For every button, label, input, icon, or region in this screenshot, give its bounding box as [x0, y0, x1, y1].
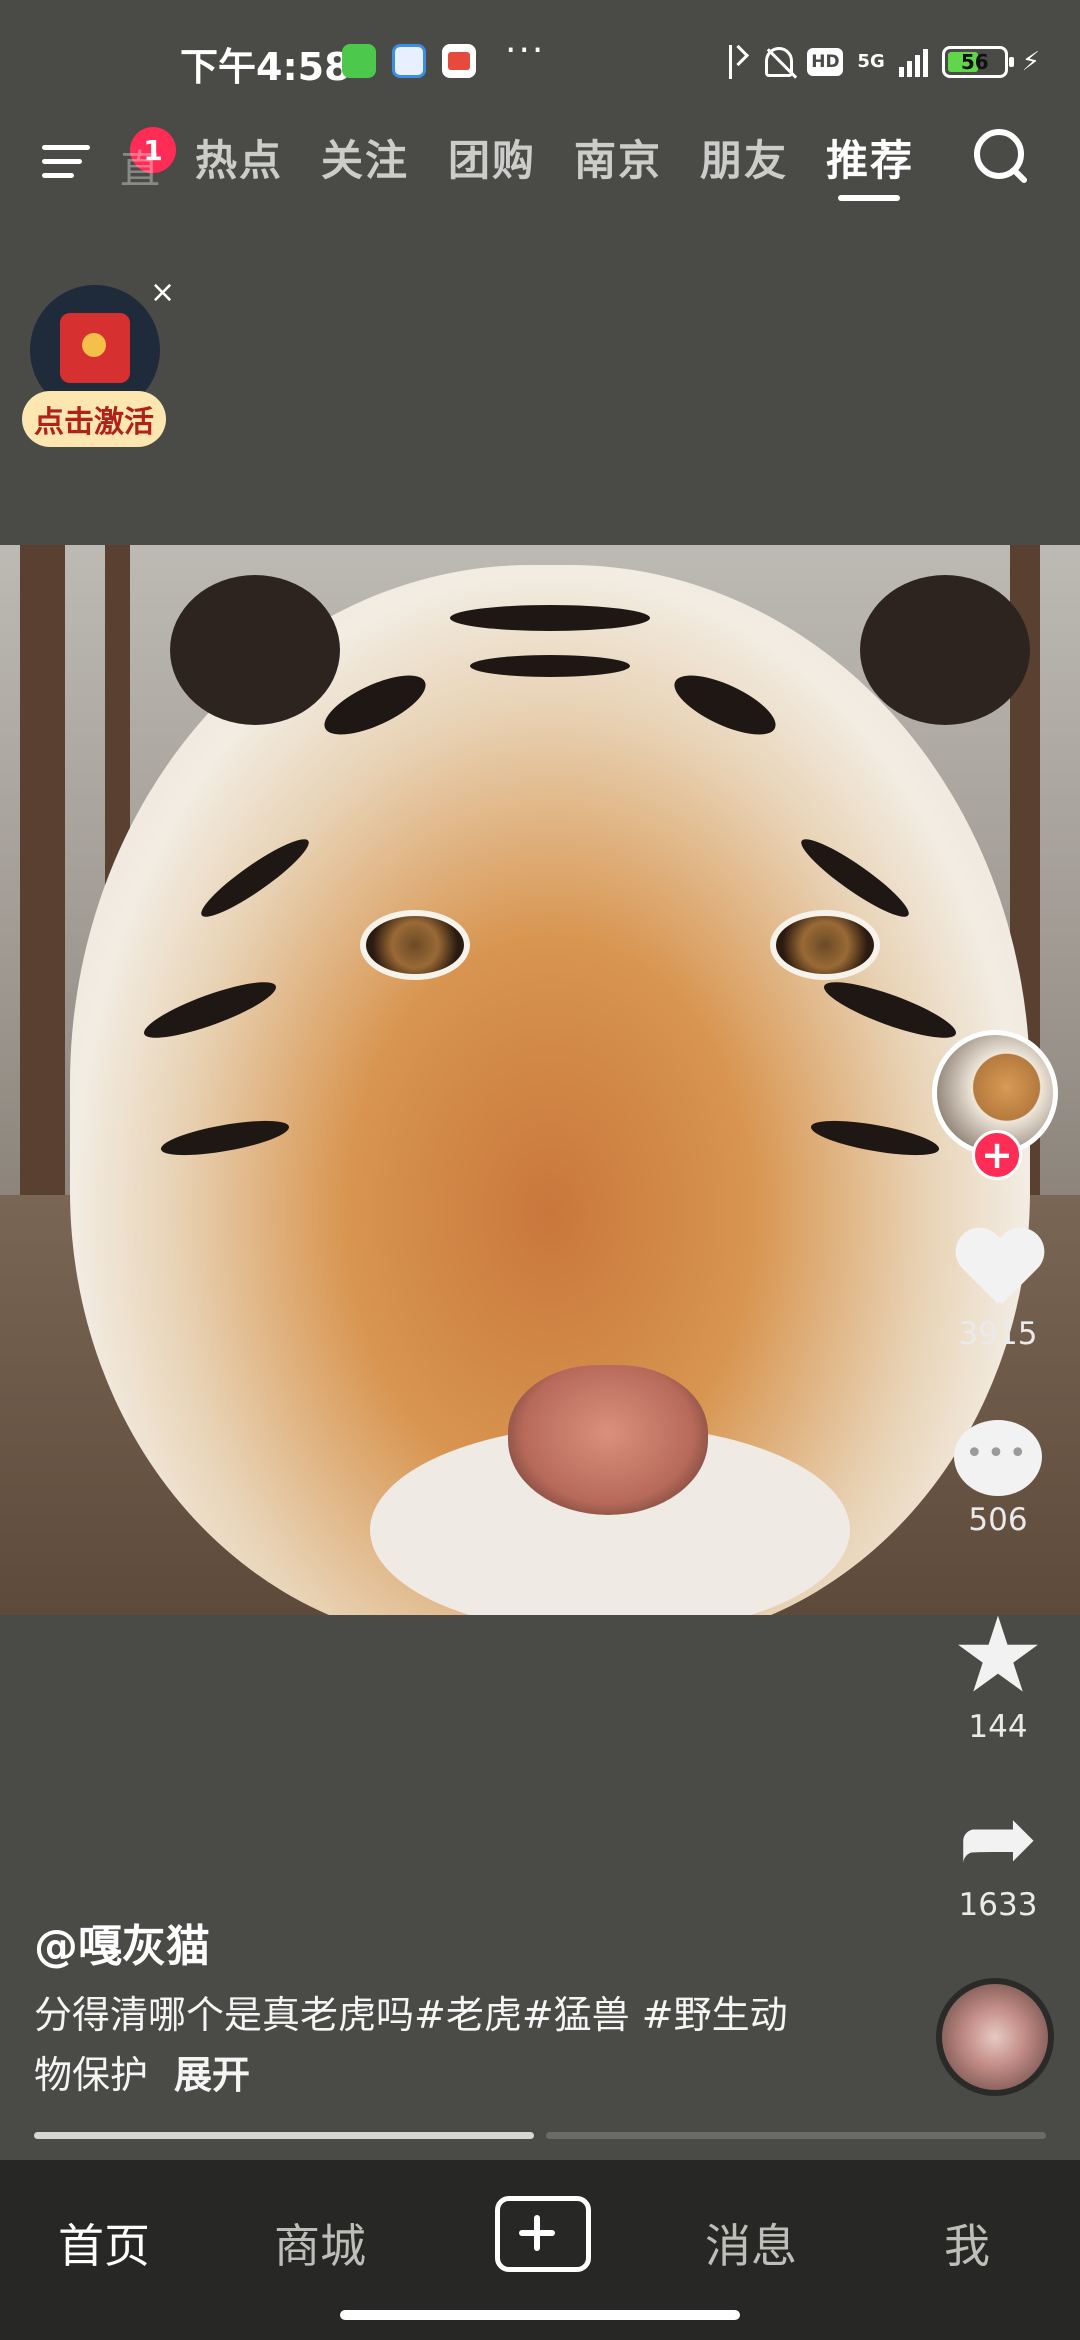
comment-button[interactable]: 506 [930, 1420, 1066, 1538]
tiger-stripe [819, 971, 961, 1049]
progress-segment[interactable] [34, 2132, 534, 2139]
follow-button[interactable]: + [972, 1130, 1022, 1180]
active-tab-indicator [838, 195, 900, 201]
charging-icon: ⚡ [1021, 47, 1040, 77]
app-notification-icon [392, 44, 426, 78]
tab-hot[interactable]: 热点 [195, 127, 283, 188]
comment-count: 506 [968, 1502, 1028, 1538]
tiger-stripe [158, 1113, 292, 1163]
like-button[interactable]: 3915 [930, 1230, 1066, 1352]
tab-live-partial[interactable]: 直播 [120, 137, 160, 195]
menu-icon[interactable]: 1 [42, 127, 176, 183]
tiger-eye [770, 910, 880, 980]
more-notifications-icon: ··· [505, 30, 546, 71]
hd-icon: HD [807, 48, 844, 76]
like-count: 3915 [958, 1316, 1038, 1352]
red-packet-promo[interactable]: × 点击激活 [22, 275, 175, 447]
network-type: 5G [857, 51, 885, 72]
author-name[interactable]: @嘎灰猫 [34, 1910, 210, 1974]
create-button[interactable] [495, 2196, 591, 2272]
tab-recommend[interactable]: 推荐 [826, 127, 914, 188]
red-packet-icon [60, 313, 130, 383]
tiger-ear [860, 575, 1030, 725]
tiger-stripe [139, 971, 281, 1049]
tab-nanjing[interactable]: 南京 [574, 127, 662, 188]
comment-icon [954, 1420, 1042, 1496]
tiger-ear [170, 575, 340, 725]
tiger-stripe [470, 655, 630, 677]
tab-following[interactable]: 关注 [321, 127, 409, 188]
nav-messages[interactable]: 消息 [705, 2210, 797, 2276]
tiger-face-image [70, 565, 1030, 1615]
system-icons: HD 5G 56 ⚡ [721, 40, 1040, 84]
caption-text: 分得清哪个是真老虎吗#老虎#猛兽 #野生动物保护 [34, 1993, 788, 2097]
battery-icon: 56 [941, 46, 1014, 78]
star-icon: ★ [951, 1594, 1045, 1716]
promo-activate-label[interactable]: 点击激活 [22, 391, 166, 447]
expand-button[interactable]: 展开 [174, 2053, 250, 2097]
tiger-stripe [666, 663, 784, 747]
bottom-nav: 首页 商城 消息 我 [0, 2160, 1080, 2340]
search-icon[interactable] [970, 125, 1030, 185]
video-player[interactable] [0, 545, 1080, 1615]
music-disc-icon[interactable] [936, 1978, 1054, 2096]
home-indicator[interactable] [340, 2310, 740, 2320]
close-icon[interactable]: × [150, 275, 175, 310]
nav-home[interactable]: 首页 [58, 2210, 150, 2276]
app-notification-icon [442, 44, 476, 78]
share-button[interactable]: ➦ 1633 [930, 1782, 1066, 1923]
status-bar: 下午4:58 ··· HD 5G 56 ⚡ [0, 0, 1080, 120]
app-notification-icon [342, 44, 376, 78]
share-icon: ➦ [957, 1782, 1039, 1894]
tiger-eye [360, 910, 470, 980]
tiger-nose [508, 1365, 708, 1515]
bluetooth-icon [721, 45, 751, 79]
battery-level: 56 [960, 50, 989, 74]
progress-segment[interactable] [546, 2132, 1046, 2139]
tiger-stripe [450, 605, 650, 631]
nav-mall[interactable]: 商城 [274, 2210, 366, 2276]
top-nav: 1 直播 热点 关注 团购 南京 朋友 推荐 [0, 115, 1080, 215]
tab-friends[interactable]: 朋友 [700, 127, 788, 188]
favorite-button[interactable]: ★ 144 [930, 1594, 1066, 1745]
mute-icon [765, 47, 794, 77]
post-caption: 分得清哪个是真老虎吗#老虎#猛兽 #野生动物保护 展开 [34, 1985, 824, 2105]
tiger-stripe [194, 830, 316, 926]
signal-icon [898, 47, 928, 77]
share-count: 1633 [958, 1887, 1038, 1923]
tiger-stripe [808, 1113, 942, 1163]
clock: 下午4:58 [180, 45, 351, 89]
nav-me[interactable]: 我 [944, 2210, 990, 2276]
tree-trunk [20, 545, 65, 1215]
tab-group-buy[interactable]: 团购 [448, 127, 536, 188]
progress-fill [34, 2132, 534, 2139]
heart-icon [954, 1230, 1042, 1310]
